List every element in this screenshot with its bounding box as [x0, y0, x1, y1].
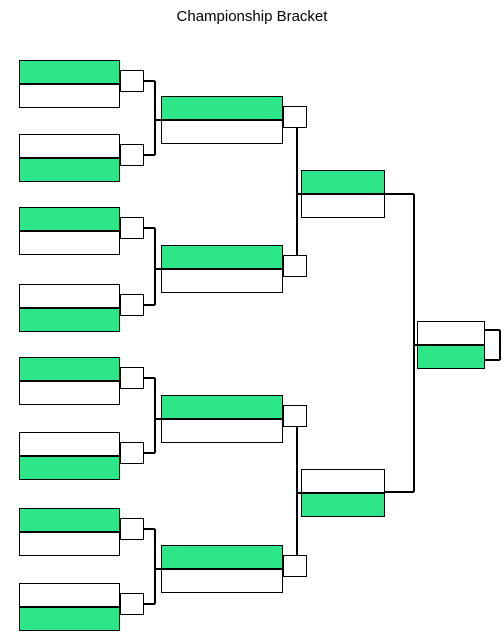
team-slot[interactable] [417, 345, 485, 369]
game-number-box [283, 255, 307, 277]
team-slot[interactable] [19, 357, 120, 381]
game-number-box [283, 405, 307, 427]
game-number-box [120, 70, 144, 92]
team-slot[interactable] [19, 432, 120, 456]
team-slot[interactable] [19, 207, 120, 231]
team-slot[interactable] [417, 321, 485, 345]
game-number-box [120, 593, 144, 615]
game-number-box [120, 442, 144, 464]
team-slot[interactable] [161, 245, 283, 269]
team-slot[interactable] [19, 158, 120, 182]
team-slot[interactable] [19, 508, 120, 532]
team-slot[interactable] [301, 469, 385, 493]
team-slot[interactable] [301, 493, 385, 517]
bracket-diagram: Championship Bracket [0, 0, 504, 643]
game-number-box [283, 106, 307, 128]
team-slot[interactable] [19, 532, 120, 556]
team-slot[interactable] [19, 284, 120, 308]
team-slot[interactable] [301, 170, 385, 194]
game-number-box [120, 518, 144, 540]
page-title: Championship Bracket [176, 8, 328, 25]
team-slot[interactable] [19, 84, 120, 108]
team-slot[interactable] [19, 381, 120, 405]
team-slot[interactable] [161, 120, 283, 144]
team-slot[interactable] [161, 395, 283, 419]
team-slot[interactable] [161, 96, 283, 120]
team-slot[interactable] [19, 231, 120, 255]
team-slot[interactable] [19, 60, 120, 84]
game-number-box [120, 217, 144, 239]
team-slot[interactable] [19, 134, 120, 158]
team-slot[interactable] [161, 545, 283, 569]
team-slot[interactable] [19, 607, 120, 631]
game-number-box [283, 555, 307, 577]
game-number-box [120, 294, 144, 316]
game-number-box [120, 367, 144, 389]
team-slot[interactable] [301, 194, 385, 218]
team-slot[interactable] [161, 419, 283, 443]
team-slot[interactable] [19, 583, 120, 607]
team-slot[interactable] [19, 308, 120, 332]
team-slot[interactable] [19, 456, 120, 480]
team-slot[interactable] [161, 569, 283, 593]
game-number-box [120, 144, 144, 166]
team-slot[interactable] [161, 269, 283, 293]
